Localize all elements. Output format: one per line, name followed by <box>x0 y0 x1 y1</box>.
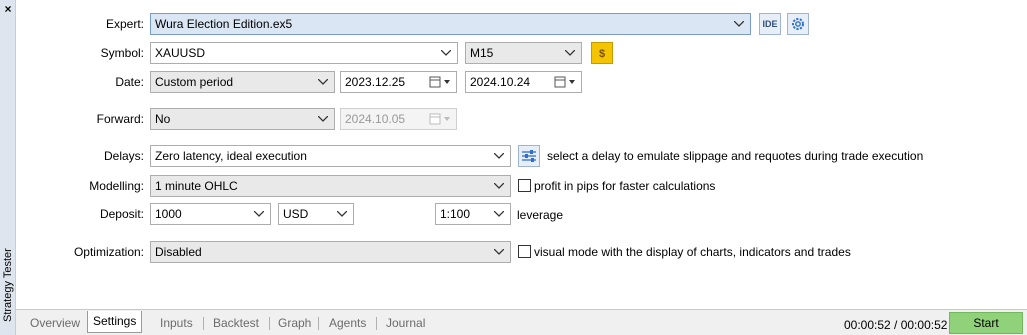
symbol-properties-icon[interactable]: $ <box>591 42 613 64</box>
chevron-down-icon <box>440 43 452 63</box>
elapsed-timer: 00:00:52 / 00:00:52 <box>844 318 948 332</box>
visual-mode-checkbox[interactable] <box>518 245 531 258</box>
tab-separator <box>203 317 204 330</box>
calendar-icon[interactable] <box>554 75 578 89</box>
chevron-down-icon <box>564 43 576 63</box>
tab-inputs[interactable]: Inputs <box>158 313 195 333</box>
leverage-select[interactable]: 1:100 <box>435 203 511 225</box>
chevron-down-icon <box>253 204 265 224</box>
currency-select[interactable]: USD <box>278 203 354 225</box>
timeframe-select[interactable]: M15 <box>465 42 582 64</box>
tab-journal[interactable]: Journal <box>384 313 427 333</box>
date-to-field[interactable]: 2024.10.24 <box>465 71 582 93</box>
svg-text:$: $ <box>599 48 605 60</box>
optimization-value: Disabled <box>155 245 202 259</box>
delays-hint: select a delay to emulate slippage and r… <box>547 149 924 163</box>
sliders-icon[interactable] <box>518 145 540 167</box>
chevron-down-icon <box>493 146 505 166</box>
deposit-amount-select[interactable]: 1000 <box>150 203 271 225</box>
tab-separator <box>376 317 377 330</box>
forward-select[interactable]: No <box>150 108 335 130</box>
symbol-label: Symbol: <box>100 46 144 60</box>
forward-date-field: 2024.10.05 <box>340 108 457 130</box>
optimization-label: Optimization: <box>73 245 144 259</box>
modelling-label: Modelling: <box>89 179 144 193</box>
ide-button[interactable]: IDE <box>759 13 781 35</box>
chevron-down-icon <box>336 204 348 224</box>
profit-in-pips-checkbox[interactable] <box>518 179 531 192</box>
calendar-icon[interactable] <box>429 75 453 89</box>
modelling-select[interactable]: 1 minute OHLC <box>150 175 511 197</box>
timeframe-value: M15 <box>470 46 494 60</box>
tab-graph[interactable]: Graph <box>276 313 313 333</box>
calendar-icon <box>429 112 453 126</box>
tab-separator <box>318 317 319 330</box>
tab-backtest[interactable]: Backtest <box>211 313 261 333</box>
date-mode-select[interactable]: Custom period <box>150 71 335 93</box>
forward-date-value: 2024.10.05 <box>345 112 406 126</box>
tab-overview[interactable]: Overview <box>28 313 82 333</box>
gear-icon[interactable] <box>787 13 809 35</box>
chevron-down-icon <box>317 72 329 92</box>
date-label: Date: <box>115 75 144 89</box>
tab-agents[interactable]: Agents <box>327 313 368 333</box>
tab-bar: Overview Settings Inputs Backtest Graph … <box>16 309 1027 335</box>
expert-value: Wura Election Edition.ex5 <box>155 17 293 31</box>
ide-label: IDE <box>762 19 778 29</box>
chevron-down-icon <box>493 204 505 224</box>
delays-select[interactable]: Zero latency, ideal execution <box>150 145 511 167</box>
deposit-amount-value: 1000 <box>155 207 182 221</box>
forward-value: No <box>155 112 171 126</box>
window-title-text: Strategy Tester <box>2 248 14 322</box>
leverage-value: 1:100 <box>440 207 471 221</box>
delays-label: Delays: <box>103 149 144 163</box>
symbol-select[interactable]: XAUUSD <box>150 42 458 64</box>
forward-label: Forward: <box>96 112 144 126</box>
deposit-label: Deposit: <box>99 207 144 221</box>
tab-settings[interactable]: Settings <box>87 311 143 333</box>
visual-mode-label: visual mode with the display of charts, … <box>534 245 851 259</box>
date-to-value: 2024.10.24 <box>470 75 531 89</box>
expert-label: Expert: <box>105 17 144 31</box>
delays-value: Zero latency, ideal execution <box>155 149 307 163</box>
optimization-select[interactable]: Disabled <box>150 241 511 263</box>
symbol-value: XAUUSD <box>155 46 206 60</box>
chevron-down-icon <box>317 109 329 129</box>
chevron-down-icon <box>493 176 505 196</box>
leverage-label: leverage <box>517 208 564 222</box>
tab-separator <box>269 317 270 330</box>
expert-select[interactable]: Wura Election Edition.ex5 <box>150 13 751 35</box>
profit-in-pips-label: profit in pips for faster calculations <box>534 179 716 193</box>
date-from-value: 2023.12.25 <box>345 75 406 89</box>
modelling-value: 1 minute OHLC <box>155 179 238 193</box>
date-from-field[interactable]: 2023.12.25 <box>340 71 457 93</box>
chevron-down-icon <box>733 14 745 34</box>
currency-value: USD <box>283 207 309 221</box>
start-button[interactable]: Start <box>949 312 1023 334</box>
chevron-down-icon <box>493 242 505 262</box>
date-mode-value: Custom period <box>155 75 234 89</box>
